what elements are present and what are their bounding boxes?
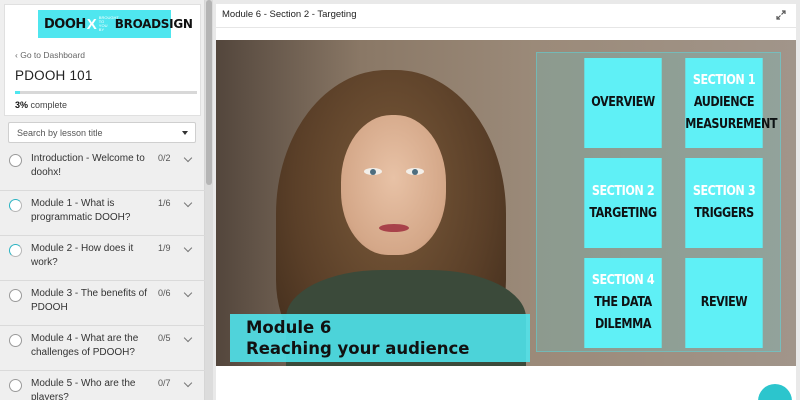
logo-small-text: BROUGHT TO YOU BY: [98, 15, 119, 32]
tile-label: OVERVIEW: [591, 95, 655, 110]
lesson-title: Module 4 - What are the challenges of PD…: [31, 333, 139, 358]
course-progress-bar: [15, 91, 197, 94]
video-caption: Module 6 Reaching your audience: [230, 314, 530, 362]
lesson-header: Module 6 - Section 2 - Targeting: [216, 4, 796, 28]
lesson-title: Module 3 - The benefits of PDOOH: [31, 288, 147, 313]
sidebar-scrollbar[interactable]: [205, 0, 213, 400]
lesson-status-icon: [9, 154, 22, 167]
lesson-count: 0/5: [158, 333, 171, 343]
lesson-item[interactable]: Module 1 - What is programmatic DOOH? 1/6: [0, 192, 205, 236]
tile-section-3: SECTION 3 TRIGGERS: [685, 158, 763, 248]
presenter-face: [341, 115, 446, 255]
back-link-label: Go to Dashboard: [20, 50, 85, 60]
logo-broadsign-text: BROADSIGN: [114, 17, 193, 31]
expand-icon[interactable]: [776, 10, 786, 20]
progress-percent: 3%: [15, 100, 29, 110]
tile-section-label: SECTION 2: [591, 184, 655, 199]
presenter-lips: [379, 224, 409, 232]
course-card: DOOH X BROUGHT TO YOU BY BROADSIGN ‹ Go …: [4, 4, 201, 116]
lesson-item[interactable]: Module 5 - Who are the players? 0/7: [0, 372, 205, 400]
lesson-search-select[interactable]: Search by lesson title: [8, 122, 196, 143]
chevron-down-icon[interactable]: [183, 333, 193, 343]
course-progress-fill: [15, 91, 21, 94]
logo-x-text: X: [86, 15, 97, 33]
chevron-down-icon[interactable]: [183, 153, 193, 163]
tile-section-label: SECTION 1: [692, 73, 756, 88]
lesson-item[interactable]: Module 4 - What are the challenges of PD…: [0, 327, 205, 371]
caret-down-icon: [182, 131, 188, 135]
lesson-title: Introduction - Welcome to doohx!: [31, 153, 145, 178]
lesson-item[interactable]: Module 3 - The benefits of PDOOH 0/6: [0, 282, 205, 326]
tile-label: REVIEW: [700, 295, 748, 310]
tile-label: TARGETING: [589, 206, 657, 221]
lesson-status-icon: [9, 379, 22, 392]
go-to-dashboard-link[interactable]: ‹ Go to Dashboard: [15, 50, 85, 60]
lesson-item[interactable]: Introduction - Welcome to doohx! 0/2: [0, 147, 205, 191]
progress-suffix: complete: [30, 100, 68, 110]
chevron-down-icon[interactable]: [183, 378, 193, 388]
tile-section-1: SECTION 1 AUDIENCE MEASUREMENT: [685, 58, 778, 148]
logo-dooh-text: DOOH: [44, 16, 86, 32]
tile-section-2: SECTION 2 TARGETING: [584, 158, 662, 248]
lesson-count: 0/7: [158, 378, 171, 388]
lesson-status-icon: [9, 244, 22, 257]
progress-text: 3% complete: [15, 100, 67, 110]
presenter-eye: [364, 168, 382, 175]
lesson-count: 0/6: [158, 288, 171, 298]
lesson-status-icon: [9, 199, 22, 212]
lesson-status-icon: [9, 289, 22, 302]
tile-label: TRIGGERS: [694, 206, 754, 221]
sidebar: DOOH X BROUGHT TO YOU BY BROADSIGN ‹ Go …: [0, 0, 205, 400]
video-player[interactable]: OVERVIEW SECTION 1 AUDIENCE MEASUREMENT …: [216, 40, 796, 366]
search-select-placeholder: Search by lesson title: [17, 128, 103, 138]
lesson-breadcrumb: Module 6 - Section 2 - Targeting: [222, 9, 357, 20]
tile-section-label: SECTION 3: [692, 184, 756, 199]
lesson-count: 1/6: [158, 198, 171, 208]
caption-title: Reaching your audience: [246, 339, 470, 358]
tile-label: THE DATA DILEMMA: [594, 295, 652, 332]
chevron-down-icon[interactable]: [183, 288, 193, 298]
doohx-broadsign-logo: DOOH X BROUGHT TO YOU BY BROADSIGN: [38, 10, 193, 38]
course-title: PDOOH 101: [15, 68, 93, 83]
tile-section-label: SECTION 4: [591, 273, 655, 288]
tile-section-4: SECTION 4 THE DATA DILEMMA: [584, 258, 662, 348]
lesson-count: 1/9: [158, 243, 171, 253]
chevron-down-icon[interactable]: [183, 198, 193, 208]
sidebar-scroll-thumb[interactable]: [206, 0, 212, 185]
tile-overview: OVERVIEW: [584, 58, 662, 148]
tile-label: AUDIENCE MEASUREMENT: [685, 95, 778, 132]
lesson-item[interactable]: Module 2 - How does it work? 1/9: [0, 237, 205, 281]
caption-module: Module 6: [246, 318, 332, 337]
tile-review: REVIEW: [685, 258, 763, 348]
presenter-eye: [406, 168, 424, 175]
lesson-title: Module 1 - What is programmatic DOOH?: [31, 198, 131, 223]
lesson-count: 0/2: [158, 153, 171, 163]
lesson-title: Module 5 - Who are the players?: [31, 378, 136, 400]
chevron-down-icon[interactable]: [183, 243, 193, 253]
lesson-content: OVERVIEW SECTION 1 AUDIENCE MEASUREMENT …: [216, 28, 796, 400]
lesson-title: Module 2 - How does it work?: [31, 243, 134, 268]
lesson-status-icon: [9, 334, 22, 347]
